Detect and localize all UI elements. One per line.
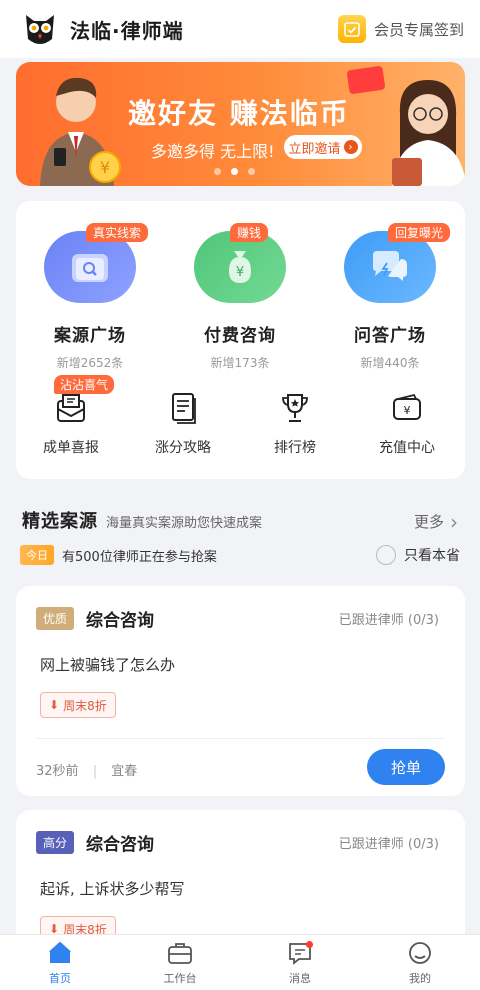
case-type: 综合咨询: [86, 835, 155, 855]
radio-unchecked-icon[interactable]: [376, 545, 396, 565]
service-count: 新增2652条: [56, 356, 124, 370]
case-header: 高分 综合咨询 已跟进律师 (0/3): [36, 830, 439, 855]
tab-messages[interactable]: 消息: [240, 935, 360, 990]
banner-dot[interactable]: [248, 168, 255, 175]
banner-pagination: [214, 168, 255, 175]
service-badge: 真实线索: [86, 223, 149, 242]
case-card[interactable]: 优质 综合咨询 已跟进律师 (0/3) 网上被骗钱了怎么办 ⬇ 周末8折 32秒…: [16, 586, 465, 796]
tab-label: 消息: [289, 971, 311, 985]
invite-now-button[interactable]: 立即邀请 ›: [284, 135, 362, 159]
gold-coin-icon: ¥: [89, 151, 121, 183]
more-link[interactable]: 更多 ›: [414, 510, 458, 534]
today-tag: 今日: [20, 545, 54, 565]
more-label: 更多: [413, 513, 444, 531]
service-name: 付费咨询: [204, 326, 276, 346]
service-name: 案源广场: [54, 326, 126, 346]
case-plaza-entry[interactable]: 真实线索 案源广场 新增2652条: [30, 215, 150, 371]
down-arrow-icon: ⬇: [49, 698, 60, 712]
today-bar: 今日 有500位律师正在参与抢案 只看本省: [20, 544, 460, 566]
tab-label: 我的: [409, 971, 431, 985]
section-title: 精选案源: [22, 511, 98, 532]
tool-label: 成单喜报: [43, 440, 99, 456]
case-city: 宜春: [111, 764, 138, 779]
discount-label: 周末8折: [63, 698, 107, 713]
banner-title: 邀好友 赚法临币: [128, 97, 350, 130]
tab-profile[interactable]: 我的: [360, 935, 480, 990]
today-text: 有500位律师正在参与抢案: [62, 549, 217, 565]
chevron-right-icon: ›: [450, 509, 458, 534]
tab-label: 工作台: [163, 971, 197, 985]
case-meta: 32秒前 | 宜春: [36, 760, 137, 779]
service-count: 新增440条: [360, 356, 420, 370]
briefcase-icon: [167, 940, 193, 966]
service-badge: 回复曝光: [388, 223, 451, 242]
tool-label: 充值中心: [379, 440, 435, 456]
divider: [36, 738, 445, 739]
svg-text:¥: ¥: [404, 404, 411, 417]
grab-order-button[interactable]: 抢单: [367, 749, 445, 785]
case-question: 网上被骗钱了怎么办: [40, 656, 176, 674]
case-question: 起诉, 上诉状多少帮写: [40, 880, 185, 898]
service-name: 问答广场: [354, 326, 426, 346]
tab-label: 首页: [49, 971, 71, 985]
qa-plaza-entry[interactable]: 回复曝光 问答广场 新增440条: [330, 215, 451, 371]
checkin-label: 会员专属签到: [373, 20, 464, 39]
featured-cases-header: 精选案源 海量真实案源助您快速成案 更多 ›: [22, 507, 458, 534]
tool-label: 涨分攻略: [155, 440, 211, 456]
tab-workbench[interactable]: 工作台: [120, 935, 240, 990]
svg-text:¥: ¥: [100, 158, 110, 177]
envelope-icon: [54, 391, 88, 425]
only-province-label: 只看本省: [404, 548, 460, 564]
profile-icon: [407, 940, 433, 966]
follow-count: 已跟进律师 (0/3): [338, 837, 439, 852]
score-guide-entry[interactable]: 涨分攻略: [128, 391, 238, 457]
bottom-tab-bar: 首页 工作台 消息 我的: [0, 934, 480, 990]
woman-avatar-illustration: [392, 80, 465, 186]
arrow-right-icon: ›: [343, 140, 358, 154]
services-card: 真实线索 案源广场 新增2652条 ¥ 赚钱 付费咨询 新增173条 回复曝光 …: [16, 201, 465, 479]
meta-separator: |: [92, 764, 98, 779]
case-time: 32秒前: [36, 764, 79, 779]
case-header: 优质 综合咨询 已跟进律师 (0/3): [36, 606, 439, 631]
tool-badge: 沾沾喜气: [54, 375, 115, 394]
svg-text:¥: ¥: [236, 265, 244, 280]
member-checkin-button[interactable]: 会员专属签到: [337, 15, 464, 43]
owl-logo: [20, 9, 60, 49]
discount-tag: ⬇ 周末8折: [40, 692, 116, 718]
home-icon: [47, 940, 73, 966]
app-title: 法临·律师端: [70, 18, 184, 43]
unread-dot: [306, 941, 313, 948]
red-envelope-icon: [347, 66, 385, 94]
trophy-icon: [278, 391, 312, 425]
paid-consult-entry[interactable]: ¥ 赚钱 付费咨询 新增173条: [180, 215, 300, 371]
banner-dot-active[interactable]: [231, 168, 238, 175]
invite-now-label: 立即邀请: [288, 141, 341, 157]
service-count: 新增173条: [210, 356, 270, 370]
grade-badge: 高分: [36, 831, 75, 854]
banner-subtitle: 多邀多得 无上限!: [151, 142, 275, 161]
success-report-entry[interactable]: 沾沾喜气 成单喜报: [16, 375, 126, 457]
calendar-check-icon: [337, 15, 366, 43]
case-type: 综合咨询: [86, 611, 155, 631]
tool-label: 排行榜: [274, 440, 316, 456]
follow-count: 已跟进律师 (0/3): [338, 613, 439, 628]
service-badge: 赚钱: [230, 223, 269, 242]
app-header: 法临·律师端 会员专属签到: [0, 0, 480, 58]
section-subtitle: 海量真实案源助您快速成案: [106, 516, 263, 531]
leaderboard-entry[interactable]: 排行榜: [240, 391, 350, 457]
wallet-icon: ¥: [390, 391, 424, 425]
document-icon: [166, 391, 200, 425]
tab-home[interactable]: 首页: [0, 935, 120, 990]
only-province-toggle[interactable]: 只看本省: [376, 545, 460, 565]
grade-badge: 优质: [36, 607, 75, 630]
banner-dot[interactable]: [214, 168, 221, 175]
recharge-center-entry[interactable]: ¥ 充值中心: [352, 391, 462, 457]
